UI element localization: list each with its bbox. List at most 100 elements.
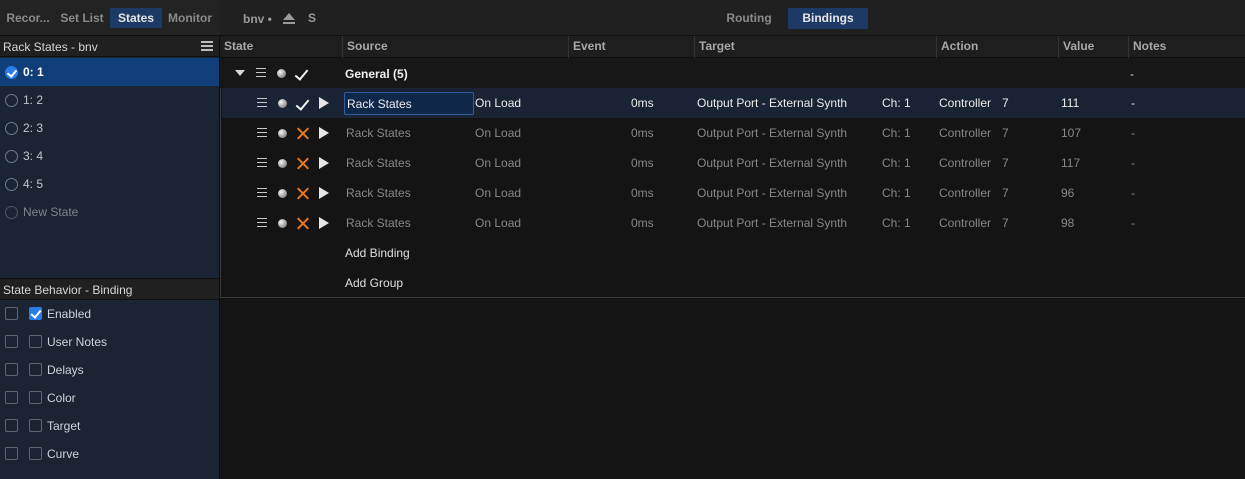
behavior-toggle-checkbox[interactable] (5, 335, 18, 348)
behavior-value-checkbox[interactable] (29, 419, 42, 432)
check-icon[interactable] (297, 101, 307, 107)
document-name[interactable]: bnv • (243, 12, 272, 26)
radio-icon[interactable] (5, 150, 18, 163)
action-value: Controller (939, 186, 992, 200)
group-body: Rack States On Load 0ms Output Port - Ex… (220, 88, 1245, 298)
save-button[interactable]: S (308, 11, 316, 25)
tab-routing[interactable]: Routing (718, 8, 780, 29)
play-icon[interactable] (319, 217, 329, 229)
behavior-value-checkbox[interactable] (29, 363, 42, 376)
radio-icon[interactable] (5, 206, 18, 219)
add-group-button[interactable]: Add Group (345, 276, 403, 290)
disabled-x-icon[interactable] (296, 127, 309, 140)
cc-value: 7 (1002, 186, 1009, 200)
status-dot-icon (277, 69, 286, 78)
cc-value: 7 (1002, 96, 1009, 110)
table-row[interactable]: Rack States On Load 0ms Output Port - Ex… (222, 88, 1245, 118)
behavior-option: Delays (0, 356, 219, 384)
behavior-value-checkbox[interactable] (29, 335, 42, 348)
left-panel: Recor... Set List States Monitor Rack St… (0, 0, 220, 479)
drag-handle-icon[interactable] (256, 68, 266, 77)
caret-down-icon[interactable] (235, 70, 245, 76)
drag-handle-icon[interactable] (257, 158, 267, 167)
disabled-x-icon[interactable] (296, 157, 309, 170)
state-item[interactable]: 3: 4 (0, 142, 219, 170)
source-value[interactable]: Rack States (346, 156, 411, 170)
state-item[interactable]: 4: 5 (0, 170, 219, 198)
check-icon[interactable] (296, 71, 306, 77)
behavior-toggle-checkbox[interactable] (5, 363, 18, 376)
menu-icon[interactable] (201, 41, 213, 51)
delay-value: 0ms (631, 156, 654, 170)
behavior-option: Color (0, 384, 219, 412)
radio-icon[interactable] (5, 178, 18, 191)
delay-value: 0ms (631, 126, 654, 140)
source-value[interactable]: Rack States (346, 186, 411, 200)
table-row[interactable]: Rack States On Load 0ms Output Port - Ex… (222, 178, 1245, 208)
disabled-x-icon[interactable] (296, 187, 309, 200)
target-value: Output Port - External Synth (697, 216, 848, 230)
tab-recorder[interactable]: Recor... (2, 8, 54, 28)
tab-monitor[interactable]: Monitor (164, 8, 216, 28)
notes-value: - (1131, 156, 1135, 170)
event-value: On Load (475, 126, 522, 140)
behavior-value-checkbox[interactable] (29, 391, 42, 404)
column-header-action[interactable]: Action (936, 36, 1058, 58)
behavior-option-label: Enabled (47, 307, 92, 321)
disabled-x-icon[interactable] (296, 217, 309, 230)
behavior-option-label: Target (47, 419, 81, 433)
behavior-toggle-checkbox[interactable] (5, 391, 18, 404)
notes-value: - (1131, 126, 1135, 140)
play-icon[interactable] (319, 187, 329, 199)
behavior-option: User Notes (0, 328, 219, 356)
behavior-value-checkbox[interactable] (29, 447, 42, 460)
behavior-option-label: Delays (47, 363, 84, 377)
table-row[interactable]: Rack States On Load 0ms Output Port - Ex… (222, 118, 1245, 148)
source-field[interactable]: Rack States (344, 92, 474, 115)
behavior-toggle-checkbox[interactable] (5, 419, 18, 432)
behavior-toggle-checkbox[interactable] (5, 307, 18, 320)
eject-icon[interactable] (282, 11, 296, 25)
behavior-toggle-checkbox[interactable] (5, 447, 18, 460)
column-header-event[interactable]: Event (568, 36, 694, 58)
radio-checked-icon[interactable] (5, 66, 18, 79)
new-state-item[interactable]: New State (0, 198, 219, 226)
play-icon[interactable] (319, 97, 329, 109)
tab-states[interactable]: States (110, 8, 162, 28)
source-value[interactable]: Rack States (346, 216, 411, 230)
drag-handle-icon[interactable] (257, 218, 267, 227)
state-item[interactable]: 0: 1 (0, 58, 219, 86)
drag-handle-icon[interactable] (257, 188, 267, 197)
bindings-grid: General (5) - Rack States On Load 0ms Ou… (220, 58, 1245, 479)
column-header-source[interactable]: Source (342, 36, 568, 58)
event-value: On Load (475, 156, 522, 170)
event-value: On Load (475, 216, 522, 230)
column-header-target[interactable]: Target (694, 36, 936, 58)
radio-icon[interactable] (5, 122, 18, 135)
behavior-value-checkbox[interactable] (29, 307, 42, 320)
column-header-state[interactable]: State (220, 36, 342, 58)
play-icon[interactable] (319, 157, 329, 169)
tab-set-list[interactable]: Set List (58, 8, 106, 28)
play-icon[interactable] (319, 127, 329, 139)
state-item[interactable]: 1: 2 (0, 86, 219, 114)
add-binding-button[interactable]: Add Binding (345, 246, 410, 260)
state-item-label: 2: 3 (23, 121, 44, 135)
drag-handle-icon[interactable] (257, 98, 267, 107)
drag-handle-icon[interactable] (257, 128, 267, 137)
tab-bindings[interactable]: Bindings (788, 8, 868, 29)
notes-value: - (1131, 96, 1135, 110)
table-row[interactable]: Rack States On Load 0ms Output Port - Ex… (222, 208, 1245, 238)
column-header-notes[interactable]: Notes (1128, 36, 1245, 58)
group-row[interactable]: General (5) - (220, 58, 1245, 88)
radio-icon[interactable] (5, 94, 18, 107)
column-header-value[interactable]: Value (1058, 36, 1128, 58)
event-value: On Load (475, 96, 522, 110)
status-dot-icon (278, 189, 287, 198)
states-panel-title: Rack States - bnv (3, 40, 98, 54)
binding-value: 117 (1061, 156, 1081, 170)
source-value[interactable]: Rack States (346, 126, 411, 140)
state-item[interactable]: 2: 3 (0, 114, 219, 142)
table-row[interactable]: Rack States On Load 0ms Output Port - Ex… (222, 148, 1245, 178)
state-item-label: 0: 1 (23, 65, 44, 79)
